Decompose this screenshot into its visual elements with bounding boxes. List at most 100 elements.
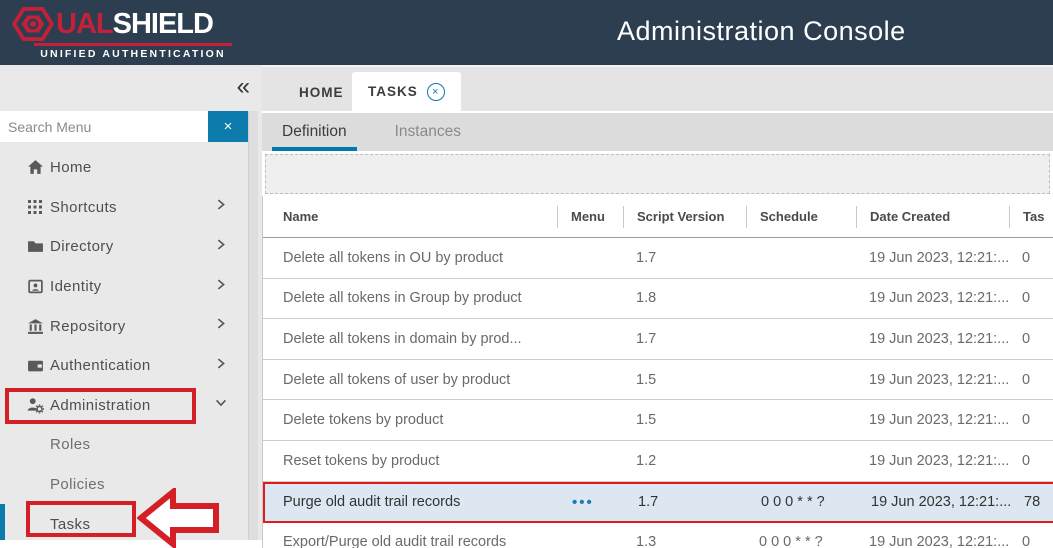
sidebar-item-shortcuts[interactable]: Shortcuts bbox=[0, 188, 248, 228]
tab-strip: HOME TASKS × bbox=[262, 67, 1053, 111]
table-row[interactable]: Delete tokens by product 1.5 19 Jun 2023, … bbox=[263, 400, 1053, 441]
sidebar-item-label: Shortcuts bbox=[50, 199, 117, 216]
column-header-menu[interactable]: Menu bbox=[557, 206, 623, 228]
row-menu-ellipsis-icon[interactable]: ••• bbox=[559, 494, 625, 511]
cell-name: Delete all tokens of user by product bbox=[263, 372, 557, 388]
search-clear-button[interactable]: × bbox=[208, 111, 248, 142]
page-title: Administration Console bbox=[617, 16, 906, 47]
tasks-table: NameMenuScript VersionScheduleDate Creat… bbox=[262, 196, 1053, 548]
top-header-bar: UALSHIELD UNIFIED AUTHENTICATION Adminis… bbox=[0, 0, 1053, 65]
cell-tasks: 0 bbox=[1009, 534, 1053, 548]
app-window: UALSHIELD UNIFIED AUTHENTICATION Adminis… bbox=[0, 0, 1053, 548]
chevron-right-icon bbox=[214, 317, 228, 336]
cell-version: 1.5 bbox=[623, 412, 746, 428]
cell-version: 1.7 bbox=[623, 250, 746, 266]
cell-version: 1.2 bbox=[623, 453, 746, 469]
column-header-script-version[interactable]: Script Version bbox=[623, 206, 746, 228]
sidebar-item-roles[interactable]: Roles bbox=[0, 425, 248, 465]
cell-name: Delete all tokens in OU by product bbox=[263, 250, 557, 266]
cell-date: 19 Jun 2023, 12:21:... bbox=[856, 534, 1009, 548]
cell-date: 19 Jun 2023, 12:21:... bbox=[856, 250, 1009, 266]
cell-version: 1.5 bbox=[623, 372, 746, 388]
sidebar-item-label: Policies bbox=[50, 476, 105, 493]
table-row[interactable]: Delete all tokens of user by product 1.5 1… bbox=[263, 360, 1053, 401]
hexagon-logo-icon bbox=[12, 7, 54, 41]
sidebar-item-label: Roles bbox=[50, 436, 90, 453]
cell-name: Delete tokens by product bbox=[263, 412, 557, 428]
cell-tasks: 0 bbox=[1009, 250, 1053, 266]
tab-label: TASKS bbox=[368, 84, 418, 99]
chevron-down-icon bbox=[214, 396, 228, 415]
sidebar-item-policies[interactable]: Policies bbox=[0, 465, 248, 505]
cell-tasks: 0 bbox=[1009, 453, 1053, 469]
table-row[interactable]: Delete all tokens in OU by product 1.7 19 … bbox=[263, 238, 1053, 279]
sidebar-item-repository[interactable]: Repository bbox=[0, 306, 248, 346]
sidebar-item-label: Repository bbox=[50, 318, 126, 335]
grid-icon bbox=[26, 198, 44, 216]
wallet-icon bbox=[26, 357, 44, 375]
cell-version: 1.7 bbox=[623, 331, 746, 347]
table-row[interactable]: Purge old audit trail records•••1.70 0 0… bbox=[263, 482, 1053, 523]
bank-icon bbox=[26, 317, 44, 335]
sidebar: « × Home Shortcuts Directory Identity Reposi… bbox=[0, 65, 262, 548]
cell-version: 1.3 bbox=[623, 534, 746, 548]
cell-date: 19 Jun 2023, 12:21:... bbox=[856, 412, 1009, 428]
sidebar-scrollbar[interactable] bbox=[248, 111, 258, 540]
cell-name: Delete all tokens in domain by prod... bbox=[263, 331, 557, 347]
search-input[interactable] bbox=[0, 111, 208, 142]
table-row[interactable]: Delete all tokens in Group by product 1.8… bbox=[263, 279, 1053, 320]
sidebar-item-label: Tasks bbox=[50, 516, 90, 533]
sidebar-item-label: Administration bbox=[50, 397, 151, 414]
cell-date: 19 Jun 2023, 12:21:... bbox=[856, 290, 1009, 306]
sidebar-item-label: Home bbox=[50, 159, 92, 176]
subtab-definition[interactable]: Definition bbox=[272, 113, 357, 151]
id-card-icon bbox=[26, 278, 44, 296]
sidebar-bottom-strip bbox=[0, 540, 262, 548]
toolbar-empty bbox=[265, 154, 1050, 194]
collapse-sidebar-icon[interactable]: « bbox=[237, 73, 250, 101]
main-content: HOMETASKS× DefinitionInstances NameMenuS… bbox=[262, 65, 1053, 548]
column-header-schedule[interactable]: Schedule bbox=[746, 206, 856, 228]
sidebar-item-label: Directory bbox=[50, 238, 114, 255]
table-row[interactable]: Export/Purge old audit trail records 1.3 0… bbox=[263, 523, 1053, 548]
sidebar-item-administration[interactable]: Administration bbox=[0, 386, 248, 426]
cell-tasks: 0 bbox=[1009, 372, 1053, 388]
dualshield-logo: UALSHIELD UNIFIED AUTHENTICATION bbox=[12, 6, 232, 60]
sidebar-item-label: Identity bbox=[50, 278, 102, 295]
sidebar-search: × bbox=[0, 111, 248, 142]
column-header-tas[interactable]: Tas bbox=[1009, 206, 1053, 228]
sidebar-item-label: Authentication bbox=[50, 357, 151, 374]
cell-date: 19 Jun 2023, 12:21:... bbox=[858, 494, 1011, 510]
sidebar-item-tasks[interactable]: Tasks bbox=[0, 504, 248, 544]
sidebar-item-authentication[interactable]: Authentication bbox=[0, 346, 248, 386]
cell-version: 1.8 bbox=[623, 290, 746, 306]
close-tab-icon[interactable]: × bbox=[427, 83, 445, 101]
table-row[interactable]: Delete all tokens in domain by prod... 1.… bbox=[263, 319, 1053, 360]
chevron-right-icon bbox=[214, 237, 228, 256]
column-header-name[interactable]: Name bbox=[263, 206, 557, 228]
cell-date: 19 Jun 2023, 12:21:... bbox=[856, 453, 1009, 469]
tab-home[interactable]: HOME bbox=[283, 74, 360, 111]
folder-icon bbox=[26, 238, 44, 256]
cell-name: Purge old audit trail records bbox=[265, 494, 559, 510]
cell-date: 19 Jun 2023, 12:21:... bbox=[856, 372, 1009, 388]
column-header-date-created[interactable]: Date Created bbox=[856, 206, 1009, 228]
sidebar-item-identity[interactable]: Identity bbox=[0, 267, 248, 307]
logo-word-red: UAL bbox=[56, 8, 113, 41]
subtab-strip: Definition Instances bbox=[262, 111, 1053, 151]
subtab-instances[interactable]: Instances bbox=[385, 113, 471, 151]
logo-word-white: SHIELD bbox=[113, 8, 213, 41]
cell-name: Export/Purge old audit trail records bbox=[263, 534, 557, 548]
sidebar-item-directory[interactable]: Directory bbox=[0, 227, 248, 267]
table-body: Delete all tokens in OU by product 1.7 19 … bbox=[263, 238, 1053, 548]
cell-schedule: 0 0 0 * * ? bbox=[748, 494, 858, 510]
tab-tasks[interactable]: TASKS × bbox=[352, 72, 461, 111]
table-row[interactable]: Reset tokens by product 1.2 19 Jun 2023, 1… bbox=[263, 441, 1053, 482]
chevron-right-icon bbox=[214, 277, 228, 296]
cell-date: 19 Jun 2023, 12:21:... bbox=[856, 331, 1009, 347]
chevron-right-icon bbox=[214, 356, 228, 375]
cell-tasks: 0 bbox=[1009, 412, 1053, 428]
cell-name: Reset tokens by product bbox=[263, 453, 557, 469]
sidebar-item-home[interactable]: Home bbox=[0, 148, 248, 188]
cell-name: Delete all tokens in Group by product bbox=[263, 290, 557, 306]
